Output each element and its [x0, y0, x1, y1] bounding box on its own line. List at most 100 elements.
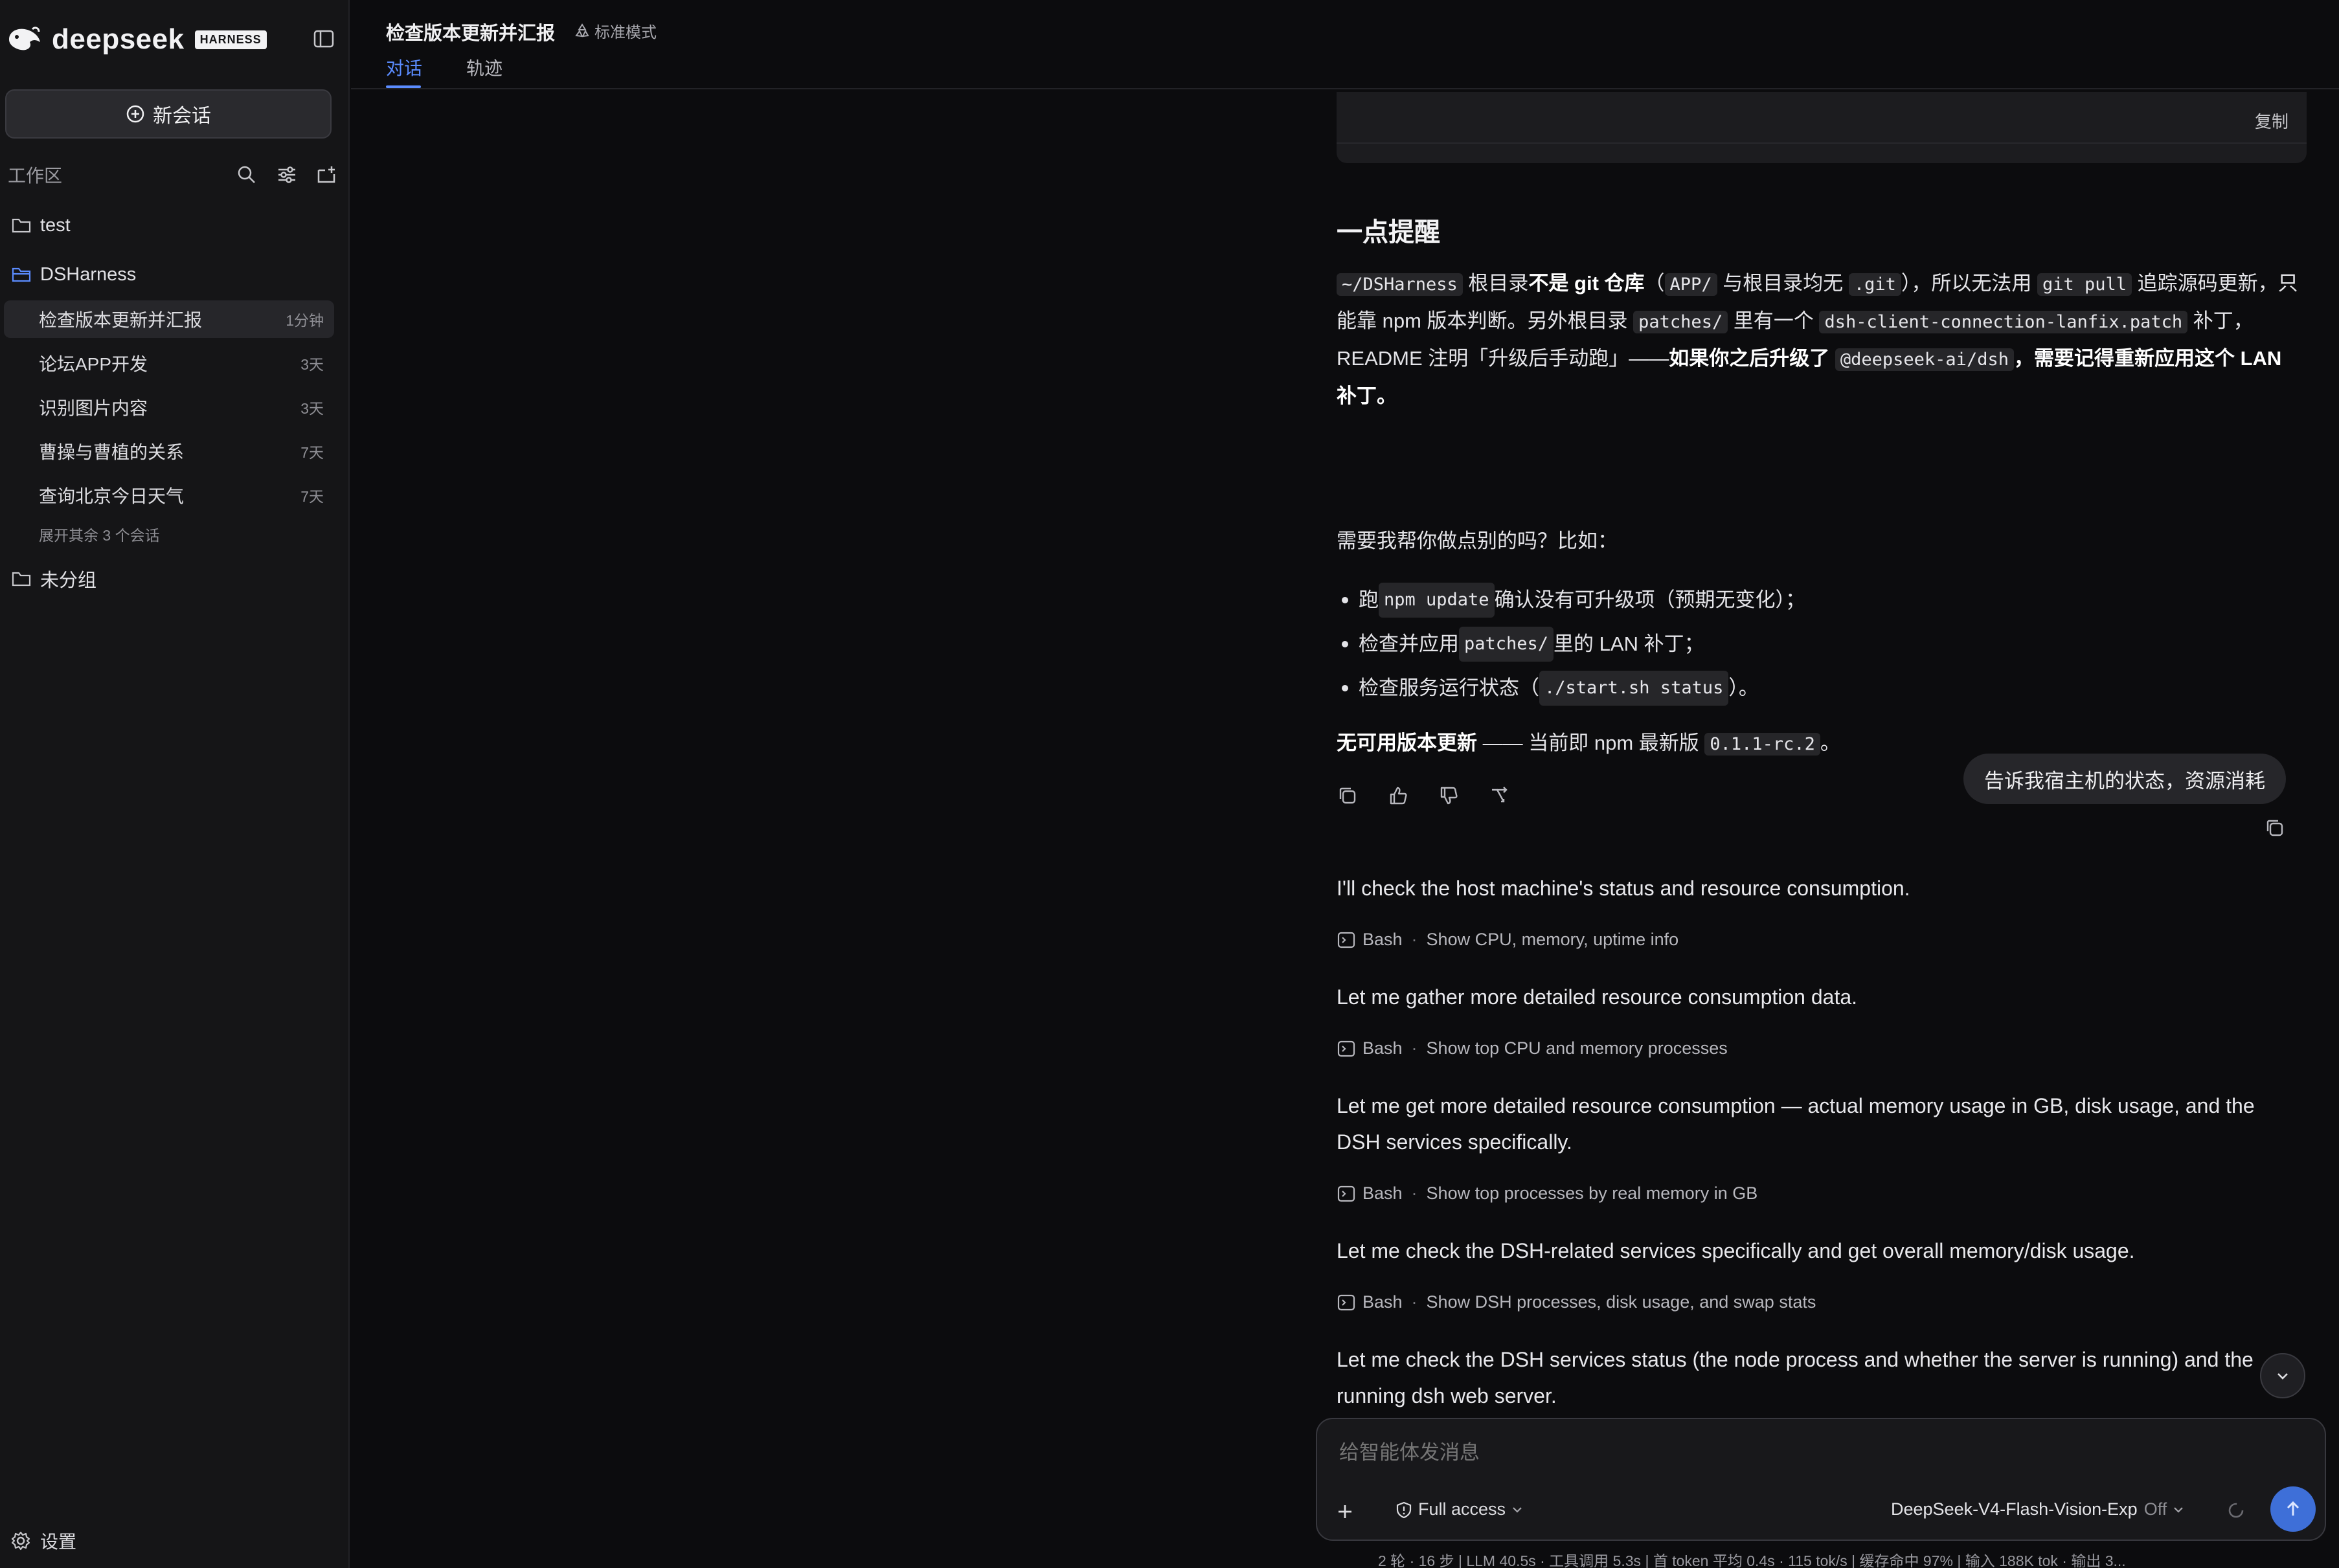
conversation-age: 3天: [300, 356, 324, 373]
chat-messages[interactable]: 复制 一点提醒 ~/DSHarness 根目录不是 git 仓库（ APP/ 与根…: [1337, 91, 2308, 1411]
terminal-icon: [1337, 932, 1355, 948]
chevron-down-icon: [1513, 1506, 1522, 1513]
folder-icon: [12, 572, 31, 587]
tab-trace[interactable]: 轨迹: [466, 54, 503, 80]
brand-row: deepseek HARNESS: [6, 23, 343, 56]
user-message-bubble: 告诉我宿主机的状态，资源消耗: [1963, 754, 2286, 804]
chevron-down-icon: [2174, 1506, 2183, 1513]
folder-name: 未分组: [40, 570, 97, 591]
model-state: Off: [2143, 1499, 2167, 1519]
conversation-item[interactable]: 论坛APP开发 3天: [4, 344, 334, 382]
workspace-header: 工作区: [8, 161, 338, 189]
copy-code-button[interactable]: 复制: [2255, 109, 2288, 133]
tool-call-row[interactable]: Bash · Show top CPU and memory processes: [1337, 1038, 1728, 1058]
arrow-up-icon: [2287, 1501, 2299, 1516]
access-selector[interactable]: Full access: [1395, 1499, 1530, 1519]
model-name: DeepSeek-V4-Flash-Vision-Exp: [1891, 1499, 2138, 1519]
mode-label: 标准模式: [594, 24, 657, 41]
folder-name: test: [40, 214, 71, 236]
conversation-header: 检查版本更新并汇报 标准模式 对话 轨迹: [351, 0, 2339, 89]
deepseek-whale-icon: [9, 27, 40, 50]
tool-description: Show top processes by real memory in GB: [1426, 1183, 1758, 1203]
gear-icon: [11, 1531, 30, 1551]
thumbs-up-icon[interactable]: [1387, 785, 1409, 807]
send-button[interactable]: [2270, 1486, 2316, 1532]
terminal-icon: [1337, 1294, 1355, 1310]
conversation-item[interactable]: 识别图片内容 3天: [4, 388, 334, 426]
folder-icon: [12, 218, 31, 233]
search-icon[interactable]: [236, 164, 258, 186]
conversation-item-active[interactable]: 检查版本更新并汇报 1分钟: [4, 300, 334, 338]
mode-badge[interactable]: 标准模式: [574, 19, 657, 42]
assistant-message: Let me get more detailed resource consum…: [1337, 1094, 2255, 1154]
copy-icon[interactable]: [1337, 785, 1359, 807]
sidebar: deepseek HARNESS 新会话 工作区 test DSHarness …: [0, 0, 350, 1568]
conversation-age: 7天: [300, 444, 324, 461]
follow-up-question: 需要我帮你做点别的吗？比如：: [1337, 530, 1618, 552]
reminder-paragraph: ~/DSHarness 根目录不是 git 仓库（ APP/ 与根目录均无 .gi…: [1337, 272, 2298, 407]
tool-description: Show DSH processes, disk usage, and swap…: [1426, 1292, 1816, 1312]
message-composer: Full access DeepSeek-V4-Flash-Vision-Exp…: [1316, 1418, 2326, 1541]
loading-spinner-icon: [2228, 1503, 2244, 1518]
conversation-title: 查询北京今日天气: [39, 486, 185, 506]
expand-more-conversations[interactable]: 展开其余 3 个会话: [39, 523, 160, 545]
shield-icon: [1396, 1501, 1412, 1518]
message-actions: [1337, 785, 1510, 807]
list-item: 跑 npm update 确认没有可升级项（预期无变化）；: [1342, 583, 1805, 618]
settings-button[interactable]: 设置: [10, 1528, 76, 1554]
filter-sliders-icon[interactable]: [276, 164, 298, 186]
tab-conversation[interactable]: 对话: [386, 54, 422, 80]
thumbs-down-icon[interactable]: [1438, 785, 1460, 807]
model-selector[interactable]: DeepSeek-V4-Flash-Vision-Exp Off: [1891, 1499, 2186, 1519]
terminal-icon: [1337, 1040, 1355, 1057]
access-label: Full access: [1418, 1499, 1506, 1519]
session-stats-bar: 2 轮 · 16 步 | LLM 40.5s · 工具调用 5.3s | 首 t…: [1378, 1552, 2126, 1568]
folder-test[interactable]: test: [12, 207, 335, 243]
tool-name: Bash: [1362, 930, 1403, 949]
harness-badge: HARNESS: [194, 30, 267, 49]
terminal-icon: [1337, 1185, 1355, 1202]
new-chat-label: 新会话: [153, 106, 211, 127]
plus-circle-icon: [126, 105, 144, 123]
code-block-scrollbar[interactable]: [1337, 142, 2307, 144]
new-chat-button[interactable]: 新会话: [5, 89, 332, 139]
recycle-icon: [575, 23, 589, 37]
folder-dsharness[interactable]: DSHarness: [12, 256, 335, 293]
copy-icon[interactable]: [2264, 817, 2286, 839]
conversation-item[interactable]: 查询北京今日天气 7天: [4, 476, 334, 514]
assistant-message: Let me gather more detailed resource con…: [1337, 985, 1858, 1009]
conversation-age: 3天: [300, 400, 324, 417]
tool-description: Show top CPU and memory processes: [1426, 1038, 1728, 1058]
new-folder-icon[interactable]: [316, 164, 338, 186]
branch-icon[interactable]: [1488, 785, 1510, 807]
chevron-down-icon: [2277, 1373, 2288, 1380]
tool-name: Bash: [1362, 1292, 1403, 1312]
user-message-text: 告诉我宿主机的状态，资源消耗: [1984, 769, 2265, 792]
brand-name: deepseek: [52, 23, 185, 55]
conversation-title: 论坛APP开发: [39, 354, 148, 374]
section-heading: 一点提醒: [1337, 218, 1440, 247]
folder-open-icon: [12, 267, 31, 282]
folder-ungrouped[interactable]: 未分组: [12, 561, 335, 597]
sidebar-toggle-icon[interactable]: [311, 26, 337, 52]
conversation-title: 曹操与曹植的关系: [39, 442, 185, 462]
settings-label: 设置: [40, 1532, 77, 1552]
attach-button[interactable]: [1322, 1489, 1368, 1534]
workspace-label: 工作区: [8, 166, 63, 186]
list-item: 检查并应用 patches/ 里的 LAN 补丁；: [1342, 627, 1704, 662]
tool-call-row[interactable]: Bash · Show CPU, memory, uptime info: [1337, 930, 1678, 950]
assistant-message: I'll check the host machine's status and…: [1337, 877, 1910, 900]
tool-call-row[interactable]: Bash · Show top processes by real memory …: [1337, 1183, 1757, 1204]
conversation-title: 检查版本更新并汇报: [39, 310, 203, 330]
conversation-age: 1分钟: [286, 312, 324, 329]
conversation-title: 识别图片内容: [39, 398, 148, 418]
message-input[interactable]: [1339, 1441, 2298, 1464]
tool-description: Show CPU, memory, uptime info: [1426, 930, 1679, 949]
tool-name: Bash: [1362, 1183, 1403, 1203]
tool-call-row[interactable]: Bash · Show DSH processes, disk usage, an…: [1337, 1292, 1816, 1312]
conversation-age: 7天: [300, 488, 324, 505]
tool-name: Bash: [1362, 1038, 1403, 1058]
scroll-to-bottom-button[interactable]: [2260, 1353, 2305, 1398]
conversation-item[interactable]: 曹操与曹植的关系 7天: [4, 432, 334, 470]
code-block: 复制: [1337, 92, 2307, 163]
